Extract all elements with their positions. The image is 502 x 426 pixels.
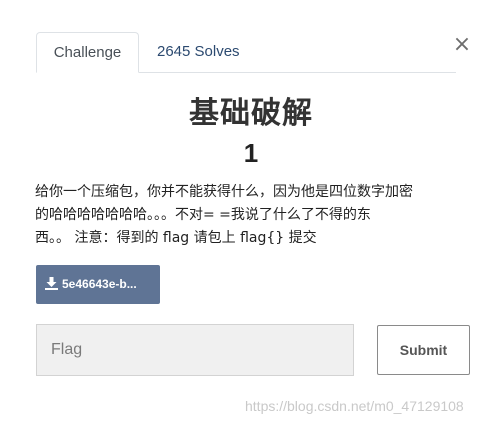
challenge-description: 给你一个压缩包，你并不能获得什么，因为他是四位数字加密 的哈哈哈哈哈哈哈。。。不…: [35, 181, 475, 250]
challenge-modal: × Challenge 2645 Solves 基础破解 1 给你一个压缩包，你…: [0, 0, 502, 426]
watermark: https://blog.csdn.net/m0_47129108: [245, 398, 464, 414]
challenge-points: 1: [243, 138, 259, 168]
download-file-label: 5e46643e-b...: [62, 277, 137, 291]
description-line: 给你一个压缩包，你并不能获得什么，因为他是四位数字加密: [35, 184, 413, 200]
tab-challenge[interactable]: Challenge: [36, 32, 139, 73]
flag-input[interactable]: [36, 324, 354, 376]
download-icon: [45, 277, 58, 290]
tab-solves[interactable]: 2645 Solves: [141, 32, 256, 73]
download-file-button[interactable]: 5e46643e-b...: [36, 265, 160, 304]
description-line: 的哈哈哈哈哈哈哈。。。不对= =我说了什么了不得的东: [35, 207, 371, 223]
description-line: 西。。 注意：得到的 flag 请包上 flag{} 提交: [35, 230, 317, 246]
submit-button[interactable]: Submit: [377, 325, 470, 375]
modal-tabs: Challenge 2645 Solves: [36, 32, 456, 73]
challenge-title: 基础破解: [189, 96, 313, 131]
